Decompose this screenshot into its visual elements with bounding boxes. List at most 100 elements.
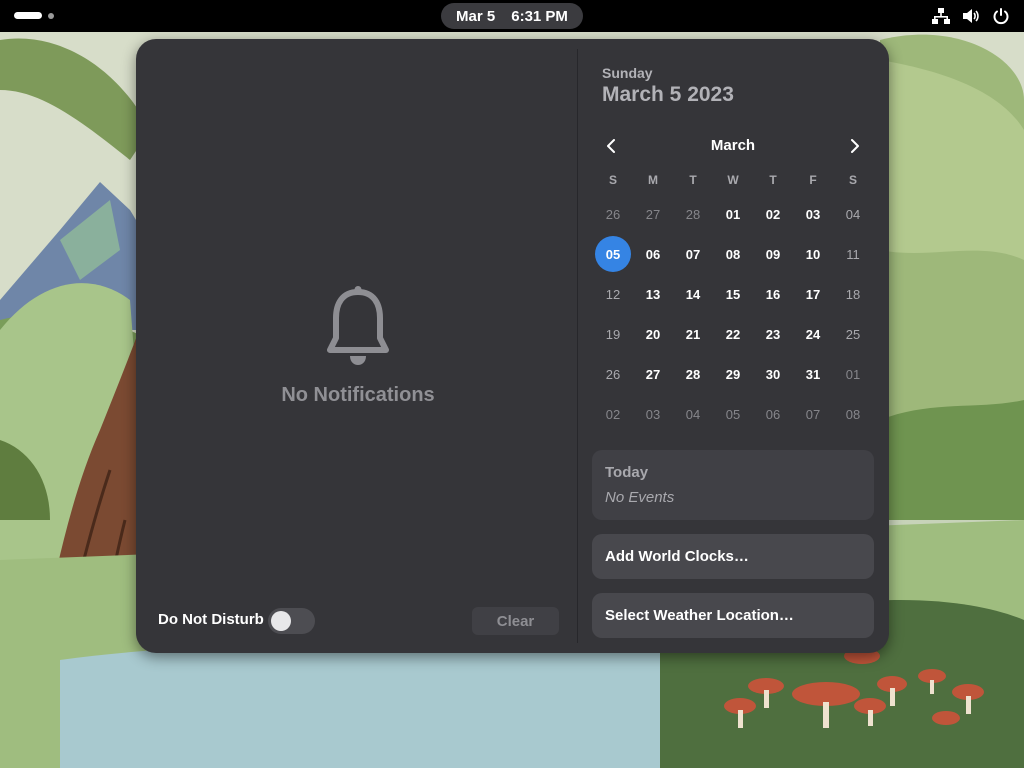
calendar-day-label: 08 xyxy=(845,406,861,422)
calendar-day-label: 28 xyxy=(685,206,701,222)
full-date-label[interactable]: March 5 2023 xyxy=(602,83,734,107)
calendar-day[interactable]: 18 xyxy=(833,274,873,314)
calendar-day-label: 16 xyxy=(765,286,781,302)
events-title: Today xyxy=(605,464,649,481)
activities-indicator[interactable] xyxy=(14,12,54,19)
calendar-day[interactable]: 07 xyxy=(793,394,833,434)
calendar-day[interactable]: 26 xyxy=(593,194,633,234)
no-notifications-label: No Notifications xyxy=(281,384,435,406)
calendar-day[interactable]: 27 xyxy=(633,354,673,394)
calendar-day[interactable]: 20 xyxy=(633,314,673,354)
select-weather-location-button[interactable]: Select Weather Location… xyxy=(592,593,874,638)
weekday-header: S xyxy=(848,173,857,187)
calendar-day[interactable]: 03 xyxy=(793,194,833,234)
calendar-day[interactable]: 05 xyxy=(713,394,753,434)
calendar-day-label: 12 xyxy=(605,286,621,302)
calendar-day[interactable]: 11 xyxy=(833,234,873,274)
calendar-day-label: 07 xyxy=(685,246,701,262)
calendar-day[interactable]: 06 xyxy=(633,234,673,274)
calendar-day-label: 09 xyxy=(765,246,781,262)
bell-icon xyxy=(327,286,389,365)
calendar-day-label: 01 xyxy=(845,366,861,382)
calendar-day[interactable]: 13 xyxy=(633,274,673,314)
calendar-day[interactable]: 26 xyxy=(593,354,633,394)
calendar-day-label: 20 xyxy=(645,326,661,342)
calendar-day-label: 17 xyxy=(805,286,821,302)
calendar-day[interactable]: 06 xyxy=(753,394,793,434)
calendar-day-label: 15 xyxy=(725,286,741,302)
calendar-day-label: 03 xyxy=(805,206,821,222)
calendar-day[interactable]: 01 xyxy=(833,354,873,394)
calendar-day[interactable]: 04 xyxy=(833,194,873,234)
add-world-clocks-button[interactable]: Add World Clocks… xyxy=(592,534,874,579)
calendar-day-label: 11 xyxy=(846,246,860,262)
calendar-day[interactable]: 24 xyxy=(793,314,833,354)
calendar-day[interactable]: 01 xyxy=(713,194,753,234)
calendar-day[interactable]: 10 xyxy=(793,234,833,274)
calendar-day-label: 19 xyxy=(605,326,621,342)
clock-time: 6:31 PM xyxy=(511,7,568,25)
calendar-day-label: 10 xyxy=(805,246,821,262)
calendar-day-label: 30 xyxy=(765,366,781,382)
calendar-day[interactable]: 28 xyxy=(673,194,713,234)
system-tray[interactable] xyxy=(932,7,1010,25)
calendar-day[interactable]: 31 xyxy=(793,354,833,394)
calendar-day-label: 26 xyxy=(605,206,621,222)
calendar-day[interactable]: 22 xyxy=(713,314,753,354)
calendar-day[interactable]: 25 xyxy=(833,314,873,354)
month-navigation: March xyxy=(592,131,874,161)
calendar-day-label: 03 xyxy=(645,406,661,422)
calendar-day[interactable]: 29 xyxy=(713,354,753,394)
calendar-day[interactable]: 19 xyxy=(593,314,633,354)
calendar-day[interactable]: 09 xyxy=(753,234,793,274)
calendar-day[interactable]: 15 xyxy=(713,274,753,314)
calendar-day-label: 27 xyxy=(645,206,661,222)
network-wired-icon[interactable] xyxy=(932,7,950,25)
day-name-label[interactable]: Sunday xyxy=(602,65,653,81)
calendar-day[interactable]: 14 xyxy=(673,274,713,314)
do-not-disturb-toggle[interactable] xyxy=(268,608,315,634)
calendar-day[interactable]: 28 xyxy=(673,354,713,394)
month-label: March xyxy=(710,137,756,154)
next-month-button[interactable] xyxy=(840,131,870,161)
clock-button[interactable]: Mar 5 6:31 PM xyxy=(441,3,583,29)
events-section[interactable]: Today No Events xyxy=(592,450,874,520)
calendar-day-selected[interactable]: 05 xyxy=(593,234,633,274)
calendar-day[interactable]: 07 xyxy=(673,234,713,274)
chevron-right-icon xyxy=(851,139,859,153)
volume-icon[interactable] xyxy=(962,7,980,25)
weekday-header: F xyxy=(809,173,817,187)
calendar-days-grid: 26 27 28 01 02 03 04 05 06 07 08 09 10 11 12 13 14 15 16 17… xyxy=(593,194,873,434)
calendar-day[interactable]: 08 xyxy=(713,234,753,274)
calendar-day[interactable]: 17 xyxy=(793,274,833,314)
calendar-day[interactable]: 30 xyxy=(753,354,793,394)
workspace-inactive-indicator xyxy=(48,12,54,19)
calendar-day-label: 08 xyxy=(725,246,741,262)
calendar-day-label: 01 xyxy=(725,206,741,222)
calendar-day-label: 04 xyxy=(685,406,701,422)
toggle-knob xyxy=(271,611,291,631)
top-bar: Mar 5 6:31 PM xyxy=(0,0,1024,32)
calendar-day-label: 14 xyxy=(685,286,701,302)
calendar-day-label: 21 xyxy=(685,326,701,342)
date-menu-popover: No Notifications Do Not Disturb Clear Su… xyxy=(136,39,889,653)
calendar-day[interactable]: 21 xyxy=(673,314,713,354)
calendar-day[interactable]: 27 xyxy=(633,194,673,234)
column-separator xyxy=(577,49,578,643)
calendar-day[interactable]: 16 xyxy=(753,274,793,314)
calendar-day-label: 24 xyxy=(805,326,821,342)
calendar-day[interactable]: 12 xyxy=(593,274,633,314)
calendar-day[interactable]: 03 xyxy=(633,394,673,434)
calendar-day-label: 02 xyxy=(765,206,781,222)
calendar-day-label: 23 xyxy=(765,326,781,342)
weekday-header: T xyxy=(769,173,777,187)
weekday-header: S xyxy=(608,173,617,187)
calendar-day[interactable]: 08 xyxy=(833,394,873,434)
calendar-day[interactable]: 04 xyxy=(673,394,713,434)
workspace-active-indicator xyxy=(14,12,42,19)
calendar-day[interactable]: 02 xyxy=(593,394,633,434)
power-icon[interactable] xyxy=(992,7,1010,25)
clear-notifications-button[interactable]: Clear xyxy=(472,607,559,635)
calendar-day[interactable]: 23 xyxy=(753,314,793,354)
calendar-day[interactable]: 02 xyxy=(753,194,793,234)
